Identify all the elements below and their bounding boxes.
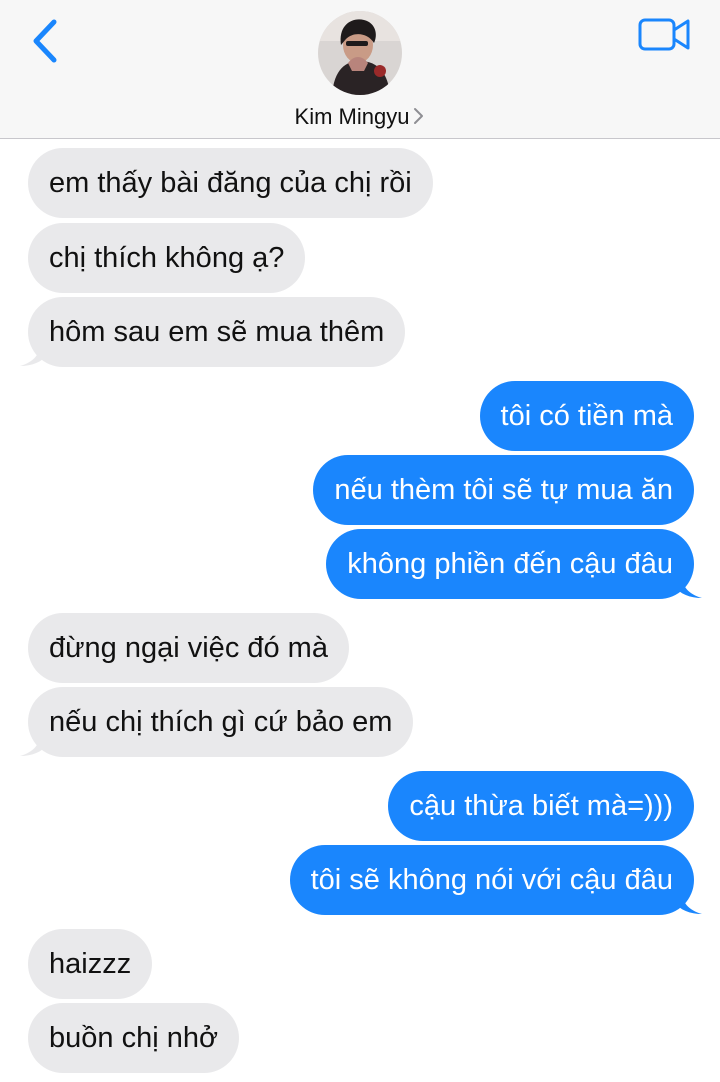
outgoing-message-bubble[interactable]: tôi có tiền mà	[479, 381, 694, 451]
conversation-header: Kim Mingyu	[0, 0, 720, 139]
outgoing-message-bubble[interactable]: nếu thèm tôi sẽ tự mua ăn	[313, 455, 694, 525]
incoming-message-bubble[interactable]: hôm sau em sẽ mua thêm	[28, 297, 406, 367]
chevron-right-icon	[414, 108, 424, 125]
incoming-message-bubble[interactable]: nếu chị thích gì cứ bảo em	[28, 687, 414, 757]
contact-avatar[interactable]	[318, 11, 402, 95]
video-camera-icon	[638, 18, 690, 51]
contact-name: Kim Mingyu	[294, 104, 410, 129]
outgoing-message-bubble[interactable]: không phiền đến cậu đâu	[326, 529, 694, 599]
incoming-message-bubble[interactable]: haizzz	[28, 929, 153, 999]
outgoing-message-bubble[interactable]: cậu thừa biết mà=)))	[388, 771, 694, 841]
incoming-message-bubble[interactable]: đừng ngại việc đó mà	[28, 613, 349, 683]
message-list[interactable]: em thấy bài đăng của chị rồi chị thích k…	[0, 139, 720, 1082]
back-button[interactable]	[24, 14, 68, 68]
chevron-left-icon	[33, 19, 57, 63]
incoming-message-bubble[interactable]: chị thích không ạ?	[28, 223, 306, 293]
incoming-bubble-tail	[20, 734, 48, 756]
incoming-bubble-tail	[20, 344, 48, 366]
incoming-message-bubble[interactable]: buồn chị nhở	[28, 1003, 239, 1073]
incoming-message-bubble[interactable]: em thấy bài đăng của chị rồi	[28, 148, 433, 218]
contact-name-button[interactable]: Kim Mingyu	[0, 104, 720, 130]
outgoing-message-bubble[interactable]: tôi sẽ không nói với cậu đâu	[289, 845, 694, 915]
facetime-video-button[interactable]	[636, 14, 694, 56]
outgoing-bubble-tail	[674, 576, 702, 598]
outgoing-bubble-tail	[674, 892, 702, 914]
